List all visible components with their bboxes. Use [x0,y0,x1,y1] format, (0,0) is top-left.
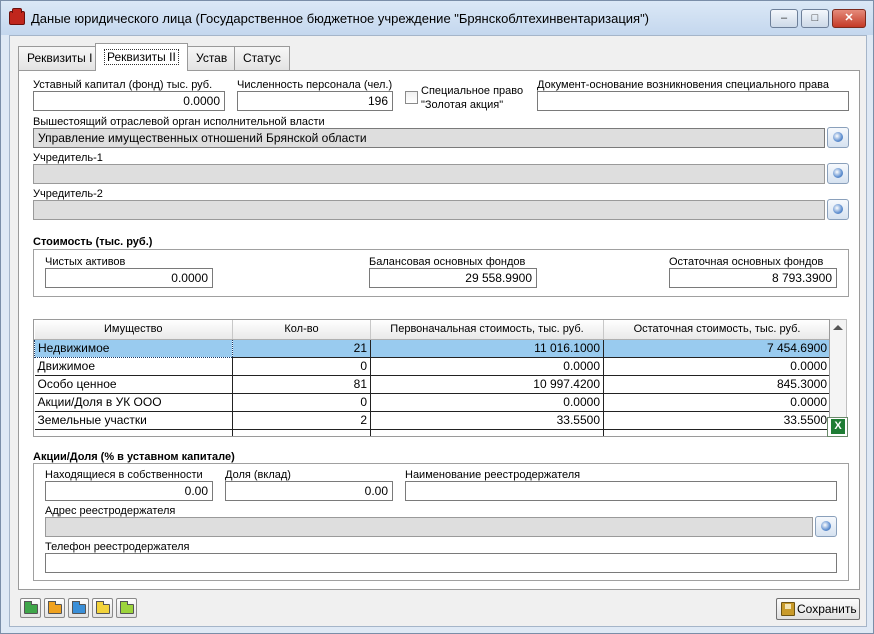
cell-count: 21 [232,339,371,358]
window-client: Реквизиты I Реквизиты II Устав Статус Ус… [9,35,867,627]
column-header-residual-cost[interactable]: Остаточная стоимость, тыс. руб. [603,320,829,340]
staff-field[interactable]: 196 [237,91,393,111]
net-assets-label: Чистых активов [45,256,126,268]
folder-icon [24,601,38,614]
staff-label: Численность персонала (чел.) [237,79,393,91]
registrar-phone-field[interactable] [45,553,837,573]
folder-icon [120,601,134,614]
registrar-phone-label: Телефон реестродержателя [45,541,190,553]
special-right-doc-field[interactable] [537,91,849,111]
tab-requisites-1[interactable]: Реквизиты I [18,46,102,70]
residual-fixed-label: Остаточная основных фондов [669,256,824,268]
maximize-button[interactable]: □ [801,9,829,28]
founder1-lookup-button[interactable] [827,163,849,184]
tab-label: Реквизиты II [104,49,179,65]
owned-label: Находящиеся в собственности [45,469,203,481]
tab-panel: Уставный капитал (фонд) тыс. руб. 0.0000… [18,70,860,590]
folder-icon [9,8,25,25]
tab-charter[interactable]: Устав [187,46,237,70]
column-header-initial-cost[interactable]: Первоначальная стоимость, тыс. руб. [370,320,604,340]
folder-blue-button[interactable] [68,598,89,618]
table-row-empty [34,429,829,436]
folder-orange-button[interactable] [44,598,65,618]
tab-status[interactable]: Статус [234,46,290,70]
minimize-button[interactable]: – [770,9,798,28]
save-button[interactable]: Сохранить [776,598,860,620]
cell-initial-cost: 0.0000 [370,357,604,376]
cell-residual-cost: 0.0000 [603,357,829,376]
folder-icon [48,601,62,614]
residual-fixed-field[interactable]: 8 793.3900 [669,268,837,288]
golden-share-label-line2: "Золотая акция" [421,99,504,111]
founder1-label: Учредитель-1 [33,152,103,164]
authority-field[interactable]: Управление имущественных отношений Брянс… [33,128,825,148]
save-icon [781,602,795,616]
net-assets-field[interactable]: 0.0000 [45,268,213,288]
capital-label: Уставный капитал (фонд) тыс. руб. [33,79,213,91]
table-header-row: Имущество Кол-во Первоначальная стоимост… [34,320,829,340]
cell-property: Земельные участки [34,411,233,430]
cell-property: Недвижимое [34,338,233,358]
cell-count: 81 [232,375,371,394]
founder2-lookup-button[interactable] [827,199,849,220]
scroll-up-arrow-icon[interactable] [833,325,843,330]
table-row[interactable]: Земельные участки 2 33.5500 33.5500 [34,411,829,430]
close-button[interactable]: ✕ [832,9,866,28]
registrar-address-lookup-button[interactable] [815,516,837,537]
authority-label: Вышестоящий отраслевой орган исполнитель… [33,116,325,128]
folder-yellow-button[interactable] [92,598,113,618]
cell-count: 0 [232,393,371,412]
golden-share-label-line1: Специальное право [421,85,524,97]
column-header-property[interactable]: Имущество [34,320,233,340]
balance-fixed-label: Балансовая основных фондов [369,256,526,268]
owned-field[interactable]: 0.00 [45,481,213,501]
cell-residual-cost: 7 454.6900 [603,339,829,358]
founder2-label: Учредитель-2 [33,188,103,200]
registrar-name-field[interactable] [405,481,837,501]
cell-count: 0 [232,357,371,376]
cell-property: Особо ценное [34,375,233,394]
capital-field[interactable]: 0.0000 [33,91,225,111]
cell-property: Акции/Доля в УК ООО [34,393,233,412]
stake-label: Доля (вклад) [225,469,291,481]
cell-initial-cost: 10 997.4200 [370,375,604,394]
balance-fixed-field[interactable]: 29 558.9900 [369,268,537,288]
founder2-field[interactable] [33,200,825,220]
cell-initial-cost: 33.5500 [370,411,604,430]
table-row[interactable]: Акции/Доля в УК ООО 0 0.0000 0.0000 [34,393,829,412]
folder-green-button[interactable] [20,598,41,618]
table-row[interactable]: Движимое 0 0.0000 0.0000 [34,357,829,376]
title-bar[interactable]: Даные юридического лица (Государственное… [1,1,873,35]
cell-residual-cost: 845.3000 [603,375,829,394]
special-right-doc-label: Документ-основание возникновения специал… [537,79,830,91]
property-table[interactable]: Имущество Кол-во Первоначальная стоимост… [33,319,830,437]
cell-count: 2 [232,411,371,430]
registrar-name-label: Наименование реестродержателя [405,469,581,481]
cell-initial-cost: 0.0000 [370,393,604,412]
cell-residual-cost: 33.5500 [603,411,829,430]
registrar-address-field[interactable] [45,517,813,537]
window-title: Даные юридического лица (Государственное… [31,11,650,26]
app-window: Даные юридического лица (Государственное… [0,0,874,634]
cell-initial-cost: 11 016.1000 [370,339,604,358]
cell-property: Движимое [34,357,233,376]
folder-icon [72,601,86,614]
table-row[interactable]: Недвижимое 21 11 016.1000 7 454.6900 [34,338,829,358]
golden-share-checkbox[interactable] [405,91,418,104]
table-row[interactable]: Особо ценное 81 10 997.4200 845.3000 [34,375,829,394]
save-button-label: Сохранить [797,602,857,616]
column-header-count[interactable]: Кол-во [232,320,371,340]
folder-icon [96,601,110,614]
folder-lime-button[interactable] [116,598,137,618]
cell-residual-cost: 0.0000 [603,393,829,412]
tab-requisites-2[interactable]: Реквизиты II [95,43,188,71]
founder1-field[interactable] [33,164,825,184]
authority-lookup-button[interactable] [827,127,849,148]
export-excel-icon[interactable] [827,417,848,437]
stake-field[interactable]: 0.00 [225,481,393,501]
cost-group-title: Стоимость (тыс. руб.) [33,236,153,248]
shares-group-title: Акции/Доля (% в уставном капитале) [33,451,235,463]
registrar-address-label: Адрес реестродержателя [45,505,176,517]
